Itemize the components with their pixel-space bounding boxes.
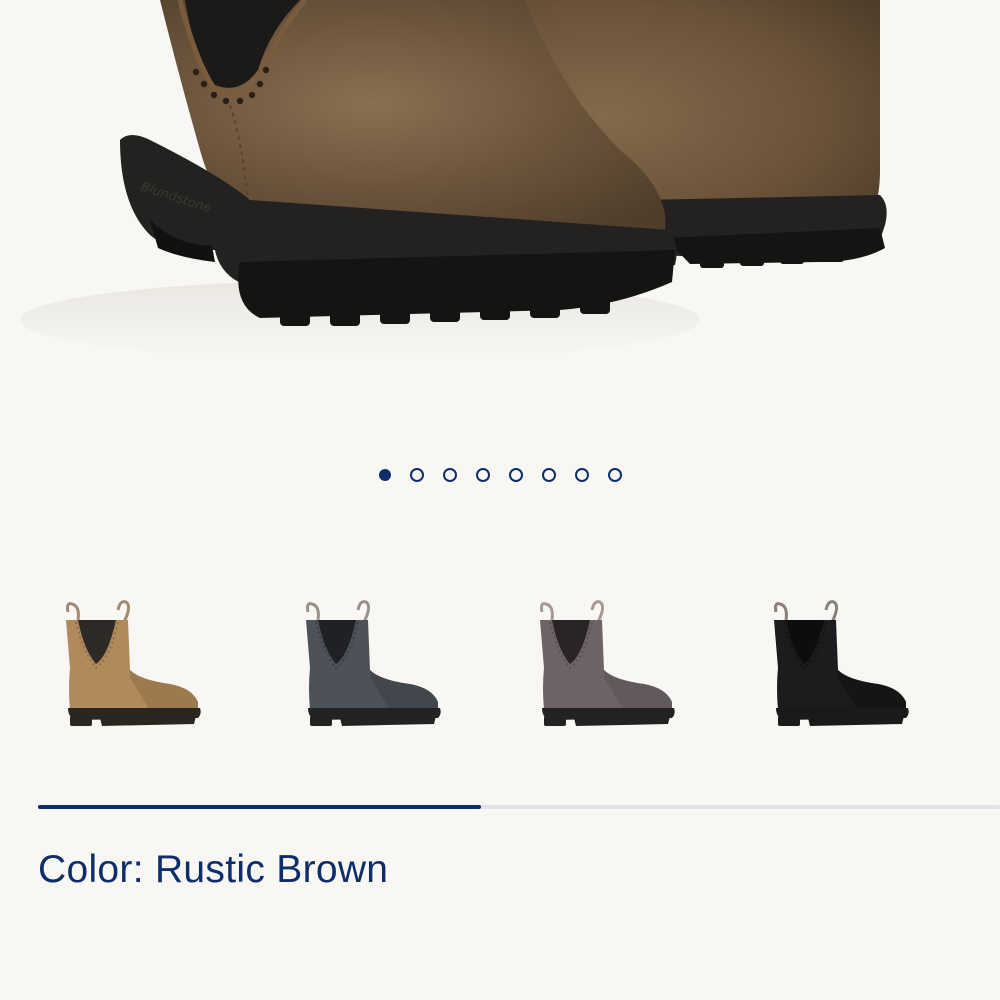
carousel-pagination (0, 464, 1000, 486)
product-hero-image[interactable]: Blundstone (0, 0, 1000, 420)
boot-thumbnail-icon (66, 600, 201, 726)
boot-thumbnail-icon (774, 600, 909, 726)
carousel-dot-3[interactable] (442, 468, 457, 482)
carousel-dot-2[interactable] (409, 468, 424, 482)
boot-thumbnail-icon (540, 600, 675, 726)
boot-thumbnail-icon (306, 600, 441, 726)
swatch-rustic-brown[interactable] (40, 598, 230, 738)
carousel-dot-1[interactable] (378, 469, 391, 481)
carousel-dot-5[interactable] (508, 468, 523, 482)
swatch-black[interactable] (748, 598, 938, 738)
color-swatch-list (40, 598, 1000, 738)
carousel-dot-4[interactable] (475, 468, 490, 482)
hero-boots-illustration: Blundstone (20, 0, 887, 360)
product-page: Blundstone Color: Rustic Brown (0, 0, 1000, 1000)
swatch-scrollbar[interactable] (38, 805, 1000, 809)
swatch-grey[interactable] (514, 598, 704, 738)
swatch-scrollbar-thumb[interactable] (38, 805, 481, 809)
carousel-dot-7[interactable] (574, 468, 589, 482)
carousel-dot-8[interactable] (607, 468, 622, 482)
swatch-steel-grey[interactable] (280, 598, 470, 738)
selected-color-label: Color: Rustic Brown (38, 848, 389, 891)
carousel-dot-6[interactable] (541, 468, 556, 482)
